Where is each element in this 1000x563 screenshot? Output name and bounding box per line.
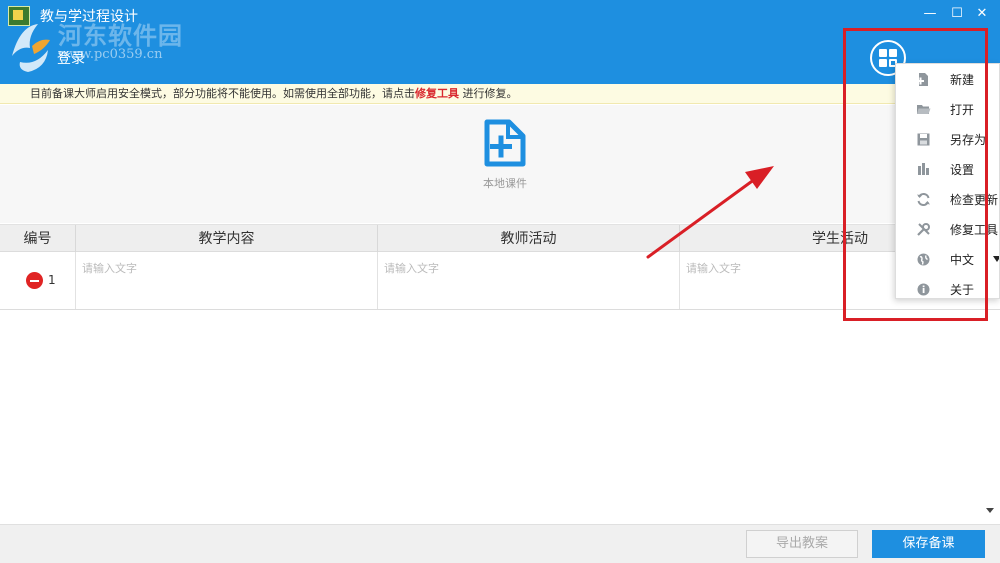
local-courseware-button[interactable]: 本地课件 (470, 117, 540, 195)
grid-icon-cell (879, 59, 887, 67)
menu-label: 设置 (950, 163, 975, 177)
settings-icon (918, 163, 929, 175)
menu-label: 新建 (950, 73, 975, 87)
refresh-icon (917, 192, 930, 207)
teacher-activity-input[interactable] (384, 260, 669, 300)
watermark-logo-icon (12, 24, 50, 72)
close-button[interactable]: ✕ (974, 6, 990, 22)
menu-item-check-updates[interactable]: 检查更新 (896, 185, 999, 215)
grid-icon-cell (889, 49, 897, 57)
table-header: 编号 教学内容 教师活动 学生活动 (0, 224, 1000, 253)
info-icon (917, 283, 930, 296)
grid-icon (879, 49, 887, 57)
remove-row-icon[interactable] (26, 272, 43, 289)
watermark-text: 河东软件园 (58, 21, 183, 50)
repair-tool-link[interactable]: 修复工具 (415, 87, 459, 100)
folder-open-icon (917, 105, 931, 114)
courseware-area: 本地课件 (0, 105, 1000, 223)
column-header-content: 教学内容 (76, 225, 378, 253)
language-dropdown-arrow-icon (993, 256, 999, 262)
menu-label: 中文 (950, 253, 975, 267)
menu-item-new[interactable]: 新建 (896, 65, 999, 95)
menu-label: 关于 (950, 283, 975, 297)
save-as-icon (917, 133, 930, 146)
export-lesson-plan-button[interactable]: 导出教案 (746, 530, 858, 558)
menu-item-open[interactable]: 打开 (896, 95, 999, 125)
maximize-button[interactable]: ☐ (949, 6, 965, 22)
add-file-icon (484, 119, 526, 167)
notice-text-end: 进行修复。 (459, 87, 518, 100)
menu-label: 另存为 (950, 133, 987, 147)
footer-bar: 导出教案 保存备课 (0, 524, 1000, 563)
save-lesson-button[interactable]: 保存备课 (872, 530, 985, 558)
content-input[interactable] (82, 260, 367, 300)
scroll-down-arrow-icon[interactable] (986, 508, 994, 513)
menu-item-save-as[interactable]: 另存为 (896, 125, 999, 155)
menu-label: 修复工具 (950, 223, 999, 237)
column-header-number: 编号 (0, 225, 76, 253)
column-header-teacher-activity: 教师活动 (378, 225, 680, 253)
cell-content (76, 252, 378, 309)
menu-item-about[interactable]: 关于 (896, 275, 999, 298)
menu-item-language[interactable]: 中文 (896, 245, 999, 275)
menu-item-repair-tools[interactable]: 修复工具 (896, 215, 999, 245)
menu-label: 检查更新 (950, 193, 999, 207)
lesson-table: 编号 教学内容 教师活动 学生活动 1 (0, 224, 1000, 310)
menu-label: 打开 (950, 103, 975, 117)
new-file-icon (917, 73, 928, 86)
globe-icon (917, 253, 930, 266)
login-link[interactable]: 登录 (57, 48, 85, 68)
local-courseware-label: 本地课件 (483, 177, 527, 190)
row-number: 1 (48, 273, 56, 287)
repair-tools-icon (917, 223, 930, 236)
safe-mode-notice: 目前备课大师启用安全模式，部分功能将不能使用。如需使用全部功能，请点击修复工具 … (0, 84, 1000, 104)
cell-teacher-activity (378, 252, 680, 309)
minimize-button[interactable]: — (922, 6, 938, 22)
main-menu-dropdown: 新建 打开 另存为 设置 检查更新 修复工具 中文 关于 (895, 63, 1000, 299)
table-row: 1 (0, 252, 1000, 310)
menu-item-settings[interactable]: 设置 (896, 155, 999, 185)
app-header: 教与学过程设计 河东软件园 www.pc0359.cn 登录 — ☐ ✕ (0, 0, 1000, 84)
cell-number: 1 (0, 252, 76, 309)
notice-text: 目前备课大师启用安全模式，部分功能将不能使用。如需使用全部功能，请点击 (30, 87, 415, 100)
